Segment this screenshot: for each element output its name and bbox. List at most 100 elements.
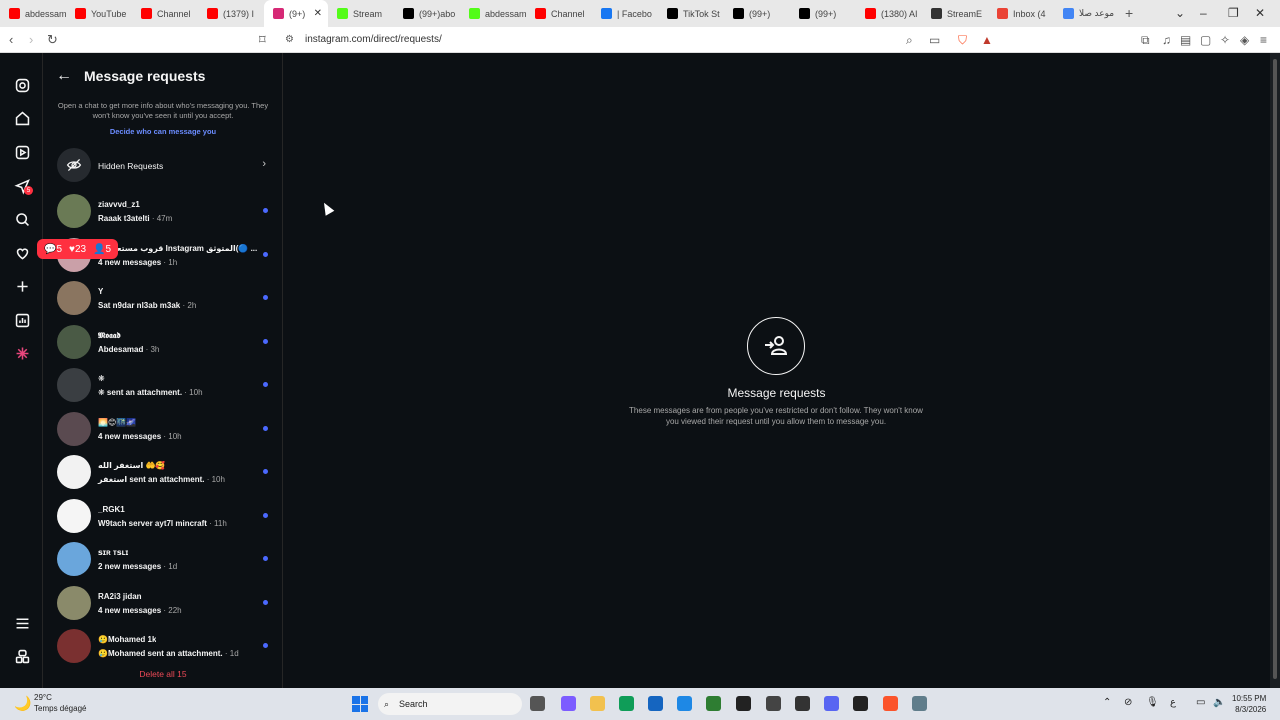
- tray-mic-icon[interactable]: 🎙: [1146, 697, 1159, 708]
- url-field[interactable]: instagram.com/direct/requests/: [305, 34, 442, 45]
- browser-tab[interactable]: (99+)abo: [394, 0, 460, 27]
- notifications-heart-icon[interactable]: [12, 243, 32, 263]
- extensions-icon[interactable]: ⧉: [1141, 33, 1150, 48]
- request-row[interactable]: ziavvvd_z1 Raaak t3atelti · 47m: [43, 193, 283, 233]
- request-row[interactable]: ❋ ❋ sent an attachment. · 10h: [43, 367, 283, 407]
- search-icon[interactable]: [12, 209, 32, 229]
- browser-tab[interactable]: StreamE: [922, 0, 988, 27]
- copilot-icon[interactable]: [561, 696, 576, 711]
- browser-tab[interactable]: Stream: [328, 0, 394, 27]
- browser-tab[interactable]: (99+): [790, 0, 856, 27]
- browser-tab[interactable]: موعد صلا: [1054, 0, 1120, 27]
- settings-icon[interactable]: [912, 696, 927, 711]
- brave-icon[interactable]: [883, 696, 898, 711]
- browser-tab[interactable]: (1379) I: [198, 0, 264, 27]
- discord-icon[interactable]: [824, 696, 839, 711]
- capcut-icon[interactable]: [736, 696, 751, 711]
- kick-icon: [337, 8, 348, 19]
- wallet-icon[interactable]: ▢: [1200, 33, 1211, 47]
- kick-icon: [469, 8, 480, 19]
- request-row[interactable]: Y Sat n9dar nl3ab m3ak · 2h: [43, 280, 283, 320]
- preview-text: ❋ sent an attachment.: [98, 388, 183, 397]
- activity-notification-badge[interactable]: 💬5 ♥23 👤5: [37, 239, 119, 259]
- delete-all-button[interactable]: Delete all 15: [43, 669, 283, 679]
- maximize-button[interactable]: ❐: [1228, 6, 1239, 20]
- create-icon[interactable]: [12, 276, 32, 296]
- brave-rewards-icon[interactable]: ▲: [981, 33, 993, 47]
- site-info-icon[interactable]: ⚙: [285, 34, 294, 45]
- file-explorer-icon[interactable]: [590, 696, 605, 711]
- home-icon[interactable]: [12, 108, 32, 128]
- browser-tab[interactable]: YouTube: [66, 0, 132, 27]
- reels-icon[interactable]: [12, 142, 32, 162]
- taskbar-search[interactable]: ⌕ Search: [378, 693, 522, 715]
- moon-weather-icon[interactable]: 🌙: [14, 695, 31, 712]
- page-scrollbar[interactable]: [1270, 53, 1280, 688]
- snipping-tool-icon[interactable]: [766, 696, 781, 711]
- weather-temp[interactable]: 29°C: [34, 693, 52, 702]
- messages-icon[interactable]: 5: [12, 176, 33, 196]
- like-count: ♥23: [69, 244, 86, 255]
- tab-close-icon[interactable]: ✕: [314, 8, 322, 19]
- browser-tab[interactable]: (99+): [724, 0, 790, 27]
- new-tab-button[interactable]: +: [1125, 5, 1133, 21]
- also-from-meta-icon[interactable]: [12, 646, 32, 666]
- tray-chevron-icon[interactable]: ⌃: [1103, 697, 1111, 708]
- windows-start-icon[interactable]: [352, 696, 368, 712]
- minimize-button[interactable]: –: [1200, 6, 1207, 20]
- tray-network-icon[interactable]: ⊘: [1124, 697, 1132, 708]
- tray-language-icon[interactable]: ع: [1170, 697, 1176, 708]
- request-row[interactable]: ꜱɪʀ ᴛꜱʟɪ 2 new messages · 1d: [43, 541, 283, 581]
- close-window-button[interactable]: ✕: [1255, 6, 1265, 20]
- media-icon[interactable]: ♫: [1162, 33, 1171, 47]
- leo-ai-icon[interactable]: ✧: [1220, 33, 1230, 47]
- store-icon[interactable]: [648, 696, 663, 711]
- bookmark-icon[interactable]: ⌑: [259, 32, 266, 48]
- hidden-requests-row[interactable]: Hidden Requests ›: [43, 148, 283, 184]
- tray-display-icon[interactable]: ▭: [1196, 697, 1205, 708]
- unread-dot: [263, 251, 268, 257]
- request-time: · 1d: [161, 562, 178, 571]
- more-menu-icon[interactable]: [12, 613, 32, 633]
- browser-tab[interactable]: Channel: [526, 0, 592, 27]
- request-row[interactable]: 🌅😊🌃🌌 4 new messages · 10h: [43, 411, 283, 451]
- tab-search-icon[interactable]: ⌄: [1175, 6, 1185, 20]
- request-row[interactable]: 𝕸𝖔𝖆𝖆𝖉 Abdesamad · 3h: [43, 324, 283, 364]
- request-row[interactable]: استغفر الله 🤲🥰 استغفر sent an attachment.…: [43, 454, 283, 494]
- browser-tab[interactable]: Inbox (4: [988, 0, 1054, 27]
- zoom-icon[interactable]: ⌕: [906, 33, 913, 48]
- instagram-logo-icon[interactable]: [12, 75, 32, 95]
- sidebar-icon[interactable]: ▤: [1180, 33, 1191, 47]
- meta-ai-icon[interactable]: [12, 343, 32, 363]
- weather-desc[interactable]: Temps dégagé: [34, 704, 86, 713]
- cast-icon[interactable]: ▭: [929, 33, 940, 47]
- request-row[interactable]: _RGK1 W9tach server ayt7l mincraft · 11h: [43, 498, 283, 538]
- browser-tab[interactable]: | Facebo: [592, 0, 658, 27]
- browser-tab[interactable]: abdessam: [460, 0, 526, 27]
- request-row[interactable]: RA2i3 jidan 4 new messages · 22h: [43, 585, 283, 625]
- back-icon[interactable]: ‹: [9, 32, 13, 47]
- reload-icon[interactable]: ↻: [47, 32, 58, 48]
- vpn-icon[interactable]: ◈: [1240, 33, 1249, 47]
- request-row[interactable]: 🥲Mohamed 1k 🥲Mohamed sent an attachment. …: [43, 628, 283, 668]
- taskbar-clock[interactable]: 10:55 PM 8/3/2026: [1232, 693, 1266, 715]
- decide-who-link[interactable]: Decide who can message you: [43, 127, 283, 136]
- forward-icon[interactable]: ›: [29, 32, 33, 47]
- dashboard-icon[interactable]: [12, 310, 32, 330]
- browser-tab[interactable]: TikTok St: [658, 0, 724, 27]
- capcut2-icon[interactable]: [853, 696, 868, 711]
- task-view-icon[interactable]: [530, 696, 545, 711]
- app-green-icon[interactable]: [706, 696, 721, 711]
- obs-icon[interactable]: [795, 696, 810, 711]
- menu-icon[interactable]: ≡: [1260, 33, 1267, 47]
- browser-tab[interactable]: (1380) AI: [856, 0, 922, 27]
- browser-tab[interactable]: Channel: [132, 0, 198, 27]
- scrollbar-thumb[interactable]: [1273, 59, 1277, 679]
- browser-tab[interactable]: (9+) ✕: [264, 0, 328, 27]
- outlook-icon[interactable]: [677, 696, 692, 711]
- back-arrow-icon[interactable]: ←: [56, 67, 72, 85]
- tray-volume-icon[interactable]: 🔈: [1213, 697, 1225, 708]
- browser-tab[interactable]: abdessam: [0, 0, 66, 27]
- brave-shield-icon[interactable]: ⛉: [958, 33, 967, 48]
- edge-icon[interactable]: [619, 696, 634, 711]
